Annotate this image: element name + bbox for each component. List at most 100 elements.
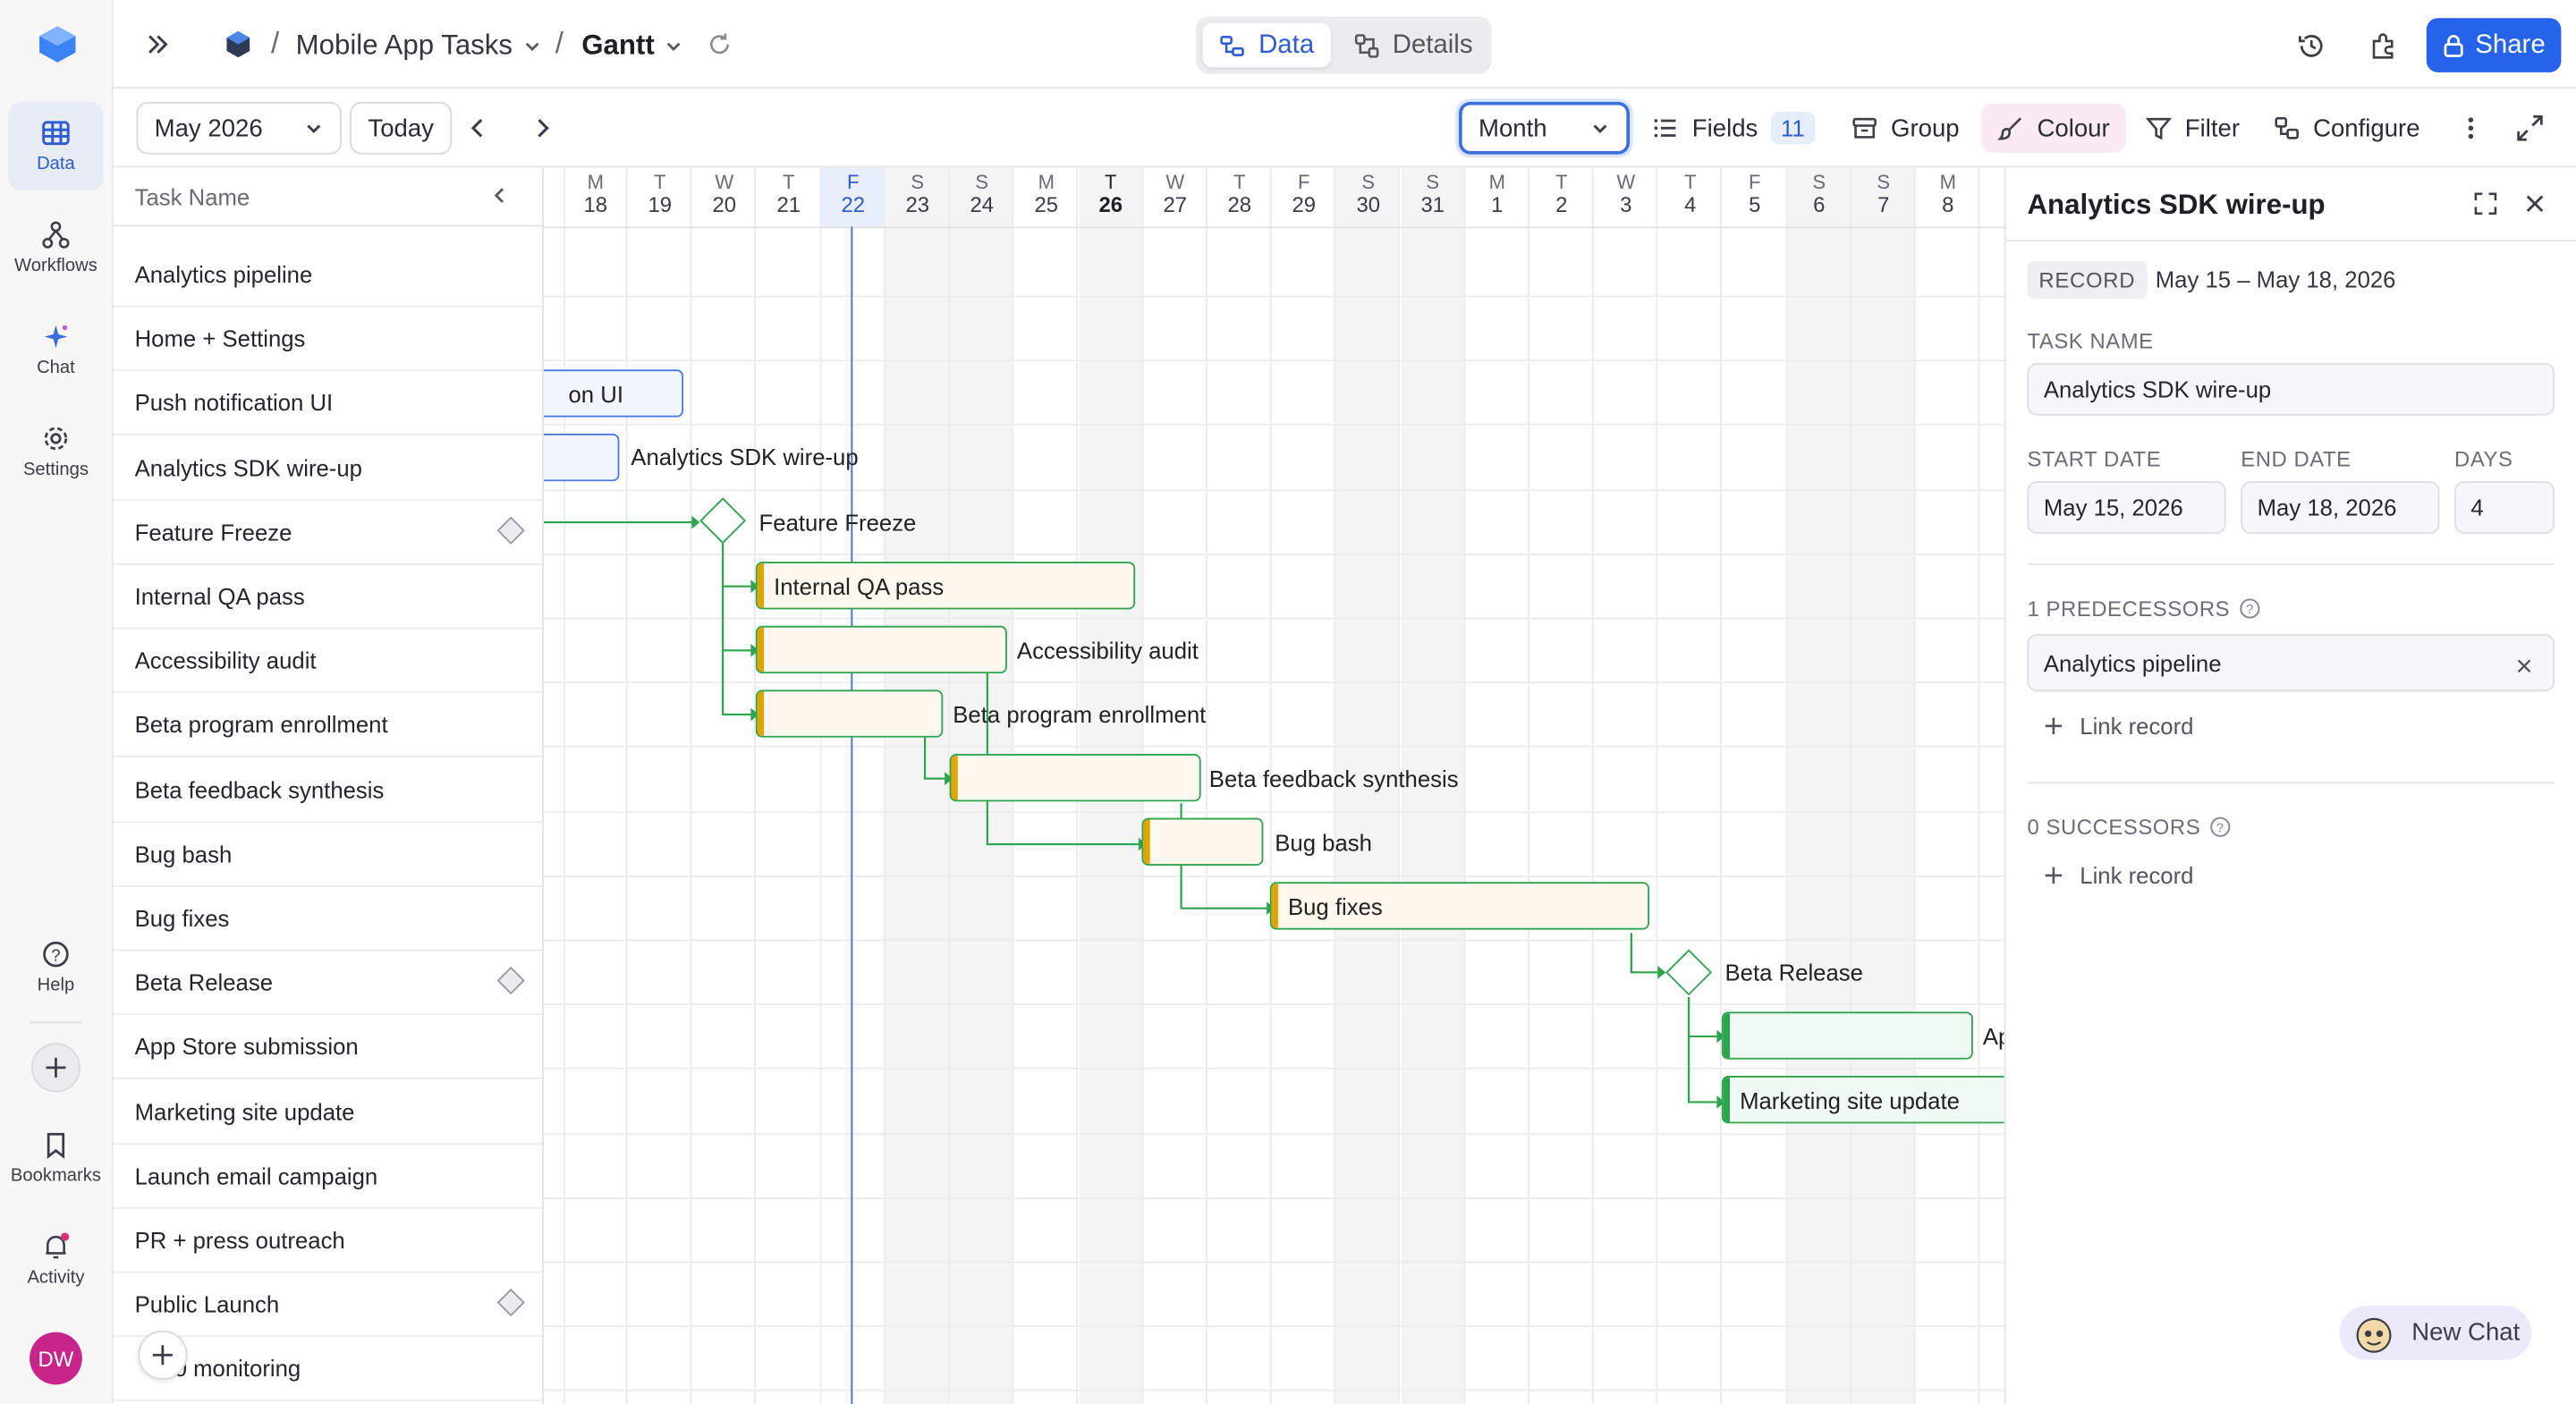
start-date-field[interactable]: May 15, 2026 <box>2027 481 2226 534</box>
task-row[interactable]: Accessibility audit <box>113 630 543 694</box>
colour-button[interactable]: Colour <box>1981 103 2127 153</box>
task-name: Public Launch <box>134 1290 280 1318</box>
help-circle-icon[interactable]: ? <box>2210 816 2232 838</box>
bar-bug-bash[interactable] <box>1141 817 1264 866</box>
panel-divider <box>2027 782 2555 784</box>
add-button[interactable] <box>30 1043 80 1093</box>
refresh-icon[interactable] <box>707 31 733 57</box>
list-icon <box>1654 119 1676 138</box>
task-row[interactable]: Analytics SDK wire-up <box>113 436 543 501</box>
bar-beta-enrollment[interactable] <box>755 689 944 738</box>
project-icon <box>224 30 253 59</box>
bar-label: Marketing site update <box>1740 1086 1960 1113</box>
link-successor-button[interactable]: Link record <box>2044 862 2193 889</box>
chevron-down-icon <box>307 124 321 134</box>
task-row[interactable]: Beta Release <box>113 952 543 1016</box>
link-predecessor-button[interactable]: Link record <box>2044 713 2193 740</box>
bookmarks-button[interactable]: Bookmarks <box>8 1113 104 1202</box>
share-button[interactable]: Share <box>2426 18 2562 72</box>
task-row[interactable]: Internal QA pass <box>113 565 543 630</box>
task-row[interactable]: Home + Settings <box>113 308 543 372</box>
days-field[interactable]: 4 <box>2454 481 2555 534</box>
avatar[interactable]: DW <box>30 1332 82 1385</box>
help-circle-icon[interactable]: ? <box>2240 598 2261 620</box>
task-row[interactable]: Feature Freeze <box>113 501 543 565</box>
bar-analytics-sdk[interactable] <box>543 433 620 482</box>
filter-button[interactable]: Filter <box>2129 104 2256 153</box>
bar-label-beta-feedback: Beta feedback synthesis <box>1208 765 1459 792</box>
month-picker-label: May 2026 <box>154 114 263 142</box>
bar-label-sdk: Analytics SDK wire-up <box>631 443 859 470</box>
fields-button[interactable]: Fields 11 <box>1636 104 1831 153</box>
group-button[interactable]: Group <box>1835 104 1976 153</box>
breadcrumb-project[interactable]: Mobile App Tasks <box>296 30 542 63</box>
scale-select[interactable]: Month <box>1458 101 1631 155</box>
nav-item-settings[interactable]: Settings <box>8 408 104 496</box>
task-name-field[interactable]: Analytics SDK wire-up <box>2027 362 2555 416</box>
bar-push-notification-ui[interactable]: on UI <box>543 369 684 418</box>
task-row[interactable]: Public Launch <box>113 1273 543 1338</box>
app-logo[interactable] <box>36 23 79 66</box>
nav-item-workflows[interactable]: Workflows <box>8 204 104 292</box>
today-button[interactable]: Today <box>350 101 453 155</box>
month-picker[interactable]: May 2026 <box>136 101 343 155</box>
close-panel-icon[interactable] <box>2521 190 2547 216</box>
help-button[interactable]: ? Help <box>8 923 104 1011</box>
collapse-column-icon[interactable] <box>487 184 511 207</box>
milestone-icon <box>496 516 525 545</box>
task-row[interactable]: Launch email campaign <box>113 1145 543 1209</box>
activity-button[interactable]: Activity <box>8 1215 104 1304</box>
task-row[interactable]: App Store submission <box>113 1016 543 1080</box>
milestone-label-beta-release: Beta Release <box>1724 959 1863 986</box>
breadcrumb-separator: / <box>555 26 564 60</box>
prev-period-icon[interactable] <box>465 115 491 141</box>
bar-bug-fixes[interactable]: Bug fixes <box>1269 882 1650 930</box>
bar-beta-feedback[interactable] <box>949 754 1201 802</box>
task-name: Launch email campaign <box>134 1163 378 1189</box>
end-date-field[interactable]: May 18, 2026 <box>2241 481 2440 534</box>
task-row[interactable]: Beta feedback synthesis <box>113 758 543 823</box>
more-options-icon[interactable] <box>2462 115 2479 141</box>
task-row[interactable]: Beta program enrollment <box>113 694 543 758</box>
configure-button[interactable]: Configure <box>2258 104 2436 153</box>
breadcrumb-view[interactable]: Gantt <box>581 30 684 63</box>
table-icon <box>42 121 70 146</box>
details-tab[interactable]: Details <box>1341 23 1486 68</box>
expand-sidebar-icon[interactable] <box>143 30 173 59</box>
next-period-icon[interactable] <box>529 115 555 141</box>
predecessor-chip[interactable]: Analytics pipeline <box>2027 633 2555 692</box>
task-row[interactable]: Marketing site update <box>113 1080 543 1145</box>
top-bar: / Mobile App Tasks / Gantt Data Details <box>113 0 2576 89</box>
svg-text:?: ? <box>51 945 60 964</box>
add-row-button[interactable] <box>138 1330 188 1380</box>
nav-item-data[interactable]: Data <box>8 101 104 191</box>
task-row[interactable]: Bug bash <box>113 823 543 887</box>
svg-text:?: ? <box>2217 821 2225 835</box>
nav-item-label: Chat <box>37 358 75 378</box>
remove-predecessor-icon[interactable] <box>2515 654 2533 673</box>
nav-item-chat[interactable]: Chat <box>8 306 104 394</box>
bar-marketing-site[interactable]: Marketing site update <box>1721 1076 2004 1124</box>
task-row[interactable]: Push notification UI <box>113 372 543 436</box>
bar-lead <box>1143 819 1150 865</box>
history-icon[interactable] <box>2297 31 2326 61</box>
fullscreen-icon[interactable] <box>2515 114 2545 143</box>
new-chat-button[interactable]: New Chat <box>2339 1306 2532 1360</box>
sparkle-icon <box>44 325 68 349</box>
data-tab[interactable]: Data <box>1202 22 1331 68</box>
bar-lead <box>757 562 765 608</box>
bar-label-beta-enroll: Beta program enrollment <box>953 701 1207 728</box>
task-row[interactable]: Analytics pipeline <box>113 243 543 308</box>
bar-internal-qa[interactable]: Internal QA pass <box>755 562 1136 610</box>
expand-panel-icon[interactable] <box>2472 190 2498 216</box>
paint-brush-icon <box>1997 117 2022 140</box>
gantt-chart[interactable]: M 18 T 19 W 20 T 21 F 22 S 23 S 24 M 25 T 26 W 27 T 28 F 29 S 30 S… <box>543 167 2004 1404</box>
panel-title: Analytics SDK wire-up <box>2027 189 2326 221</box>
task-row[interactable]: PR + press outreach <box>113 1209 543 1273</box>
extensions-icon[interactable] <box>2369 31 2399 61</box>
bar-accessibility-audit[interactable] <box>755 625 1007 674</box>
task-row[interactable]: Bug fixes <box>113 887 543 952</box>
bar-app-store-submission[interactable] <box>1721 1011 1973 1060</box>
record-panel: Analytics SDK wire-up RECORD May 15 – Ma… <box>2004 167 2576 1404</box>
help-label: Help <box>37 975 75 996</box>
